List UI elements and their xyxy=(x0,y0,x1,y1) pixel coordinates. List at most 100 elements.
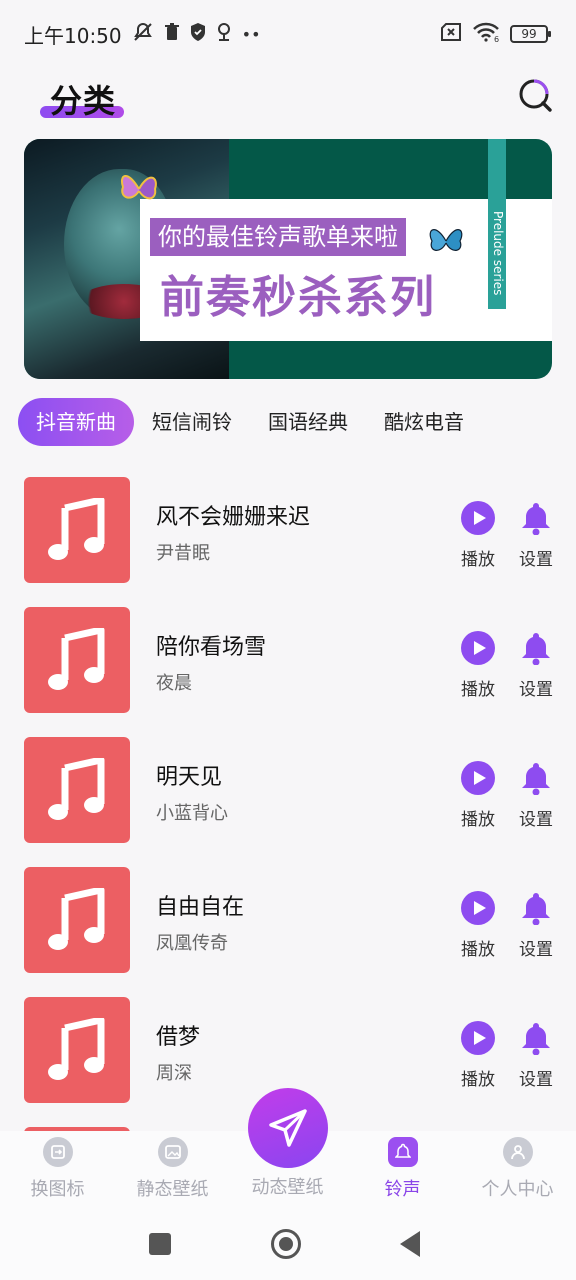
bell-icon xyxy=(522,763,550,796)
song-title: 明天见 xyxy=(156,765,223,790)
play-label: 播放 xyxy=(461,680,495,700)
banner-vertical-strip: Prelude series xyxy=(488,139,506,309)
play-button[interactable]: 播放 xyxy=(458,891,498,960)
page-title: 分类 xyxy=(50,82,117,120)
list-item[interactable]: 风不会姗姗来迟 尹昔眠 播放 设置 xyxy=(24,477,554,607)
song-title: 借梦 xyxy=(156,1025,201,1050)
status-right: 6 99 xyxy=(440,22,551,46)
tab-mandarin-classic[interactable]: 国语经典 xyxy=(250,398,366,446)
nav-live-wallpaper[interactable]: 动态壁纸 xyxy=(230,1165,345,1199)
play-label: 播放 xyxy=(461,550,495,570)
bell-icon xyxy=(522,503,550,536)
mute-icon xyxy=(132,21,154,47)
banner-tag: 你的最佳铃声歌单来啦 xyxy=(150,218,406,256)
battery-indicator: 99 xyxy=(510,25,551,43)
bell-icon xyxy=(387,1137,418,1167)
list-item[interactable]: 明天见 小蓝背心 播放 设置 xyxy=(24,737,554,867)
banner-vertical-text: Prelude series xyxy=(491,211,505,296)
user-icon xyxy=(502,1137,533,1167)
nav-ringtone[interactable]: 铃声 xyxy=(345,1137,460,1201)
search-button[interactable] xyxy=(516,76,556,116)
sim-icon xyxy=(440,23,462,45)
bell-icon xyxy=(522,893,550,926)
search-icon xyxy=(519,79,552,112)
song-title: 陪你看场雪 xyxy=(156,635,267,660)
status-time: 上午10:50 xyxy=(24,23,122,48)
nav-profile[interactable]: 个人中心 xyxy=(460,1137,575,1201)
bell-icon xyxy=(522,1023,550,1056)
set-label: 设置 xyxy=(519,810,553,830)
play-icon xyxy=(461,761,495,795)
header: 分类 xyxy=(0,68,576,128)
list-item[interactable]: 自由自在 凤凰传奇 播放 设置 xyxy=(24,867,554,997)
set-label: 设置 xyxy=(519,940,553,960)
home-button[interactable] xyxy=(271,1229,301,1259)
category-tabs: 抖音新曲 短信闹铃 国语经典 酷炫电音 xyxy=(18,398,482,446)
set-ringtone-button[interactable]: 设置 xyxy=(516,1021,556,1090)
trash-icon xyxy=(164,23,180,45)
ringtone-list: 风不会姗姗来迟 尹昔眠 播放 设置 陪你看场雪 夜晨 播放 设置 明天见 小蓝背 xyxy=(24,477,554,1127)
wifi-icon: 6 xyxy=(472,22,500,46)
live-wallpaper-fab[interactable] xyxy=(248,1088,328,1168)
promo-banner[interactable]: Prelude series 你的最佳铃声歌单来啦 前奏秒杀系列 xyxy=(24,139,552,379)
play-label: 播放 xyxy=(461,810,495,830)
play-button[interactable]: 播放 xyxy=(458,1021,498,1090)
nav-label: 铃声 xyxy=(384,1179,421,1200)
music-note-icon xyxy=(24,867,130,973)
title-wrap: 分类 xyxy=(40,76,124,120)
back-button[interactable] xyxy=(400,1231,420,1257)
nav-label: 静态壁纸 xyxy=(136,1179,209,1200)
tab-electronic[interactable]: 酷炫电音 xyxy=(366,398,482,446)
image-icon xyxy=(157,1137,188,1167)
set-ringtone-button[interactable]: 设置 xyxy=(516,631,556,700)
song-artist: 尹昔眠 xyxy=(156,543,210,564)
song-title: 自由自在 xyxy=(156,895,245,920)
status-left: 上午10:50 •• xyxy=(24,20,261,49)
nav-change-icon[interactable]: 换图标 xyxy=(0,1137,115,1201)
icon-swap-icon xyxy=(42,1137,73,1167)
butterfly-icon xyxy=(121,175,157,200)
list-item[interactable]: 陪你看场雪 夜晨 播放 设置 xyxy=(24,607,554,737)
nav-label: 换图标 xyxy=(30,1179,85,1200)
song-artist: 周深 xyxy=(156,1063,192,1084)
set-ringtone-button[interactable]: 设置 xyxy=(516,891,556,960)
play-icon xyxy=(461,631,495,665)
play-button[interactable]: 播放 xyxy=(458,631,498,700)
music-note-icon xyxy=(24,737,130,843)
svg-text:6: 6 xyxy=(494,35,499,42)
set-label: 设置 xyxy=(519,680,553,700)
more-dots-icon: •• xyxy=(241,24,261,44)
status-bar: 上午10:50 •• 6 99 xyxy=(0,0,576,68)
play-icon xyxy=(461,891,495,925)
song-artist: 夜晨 xyxy=(156,673,192,694)
play-label: 播放 xyxy=(461,940,495,960)
recent-apps-button[interactable] xyxy=(149,1233,171,1255)
system-nav-bar xyxy=(0,1211,576,1280)
song-artist: 小蓝背心 xyxy=(156,803,228,824)
shield-icon xyxy=(190,23,206,45)
nav-static-wallpaper[interactable]: 静态壁纸 xyxy=(115,1137,230,1201)
set-ringtone-button[interactable]: 设置 xyxy=(516,761,556,830)
play-icon xyxy=(461,1021,495,1055)
set-ringtone-button[interactable]: 设置 xyxy=(516,501,556,570)
set-label: 设置 xyxy=(519,1070,553,1090)
tab-douyin[interactable]: 抖音新曲 xyxy=(18,398,134,446)
butterfly-icon-blue xyxy=(429,229,463,251)
play-icon xyxy=(461,501,495,535)
play-button[interactable]: 播放 xyxy=(458,761,498,830)
music-note-icon xyxy=(24,997,130,1103)
nav-label: 个人中心 xyxy=(481,1179,554,1200)
tab-sms-alarm[interactable]: 短信闹铃 xyxy=(134,398,250,446)
song-artist: 凤凰传奇 xyxy=(156,933,228,954)
banner-headline: 前奏秒杀系列 xyxy=(160,272,436,323)
play-label: 播放 xyxy=(461,1070,495,1090)
song-title: 风不会姗姗来迟 xyxy=(156,505,311,530)
location-icon xyxy=(216,22,232,46)
bell-icon xyxy=(522,633,550,666)
set-label: 设置 xyxy=(519,550,553,570)
paper-plane-icon xyxy=(269,1109,307,1147)
nav-label: 动态壁纸 xyxy=(251,1177,324,1198)
music-note-icon xyxy=(24,477,130,583)
music-note-icon xyxy=(24,607,130,713)
play-button[interactable]: 播放 xyxy=(458,501,498,570)
